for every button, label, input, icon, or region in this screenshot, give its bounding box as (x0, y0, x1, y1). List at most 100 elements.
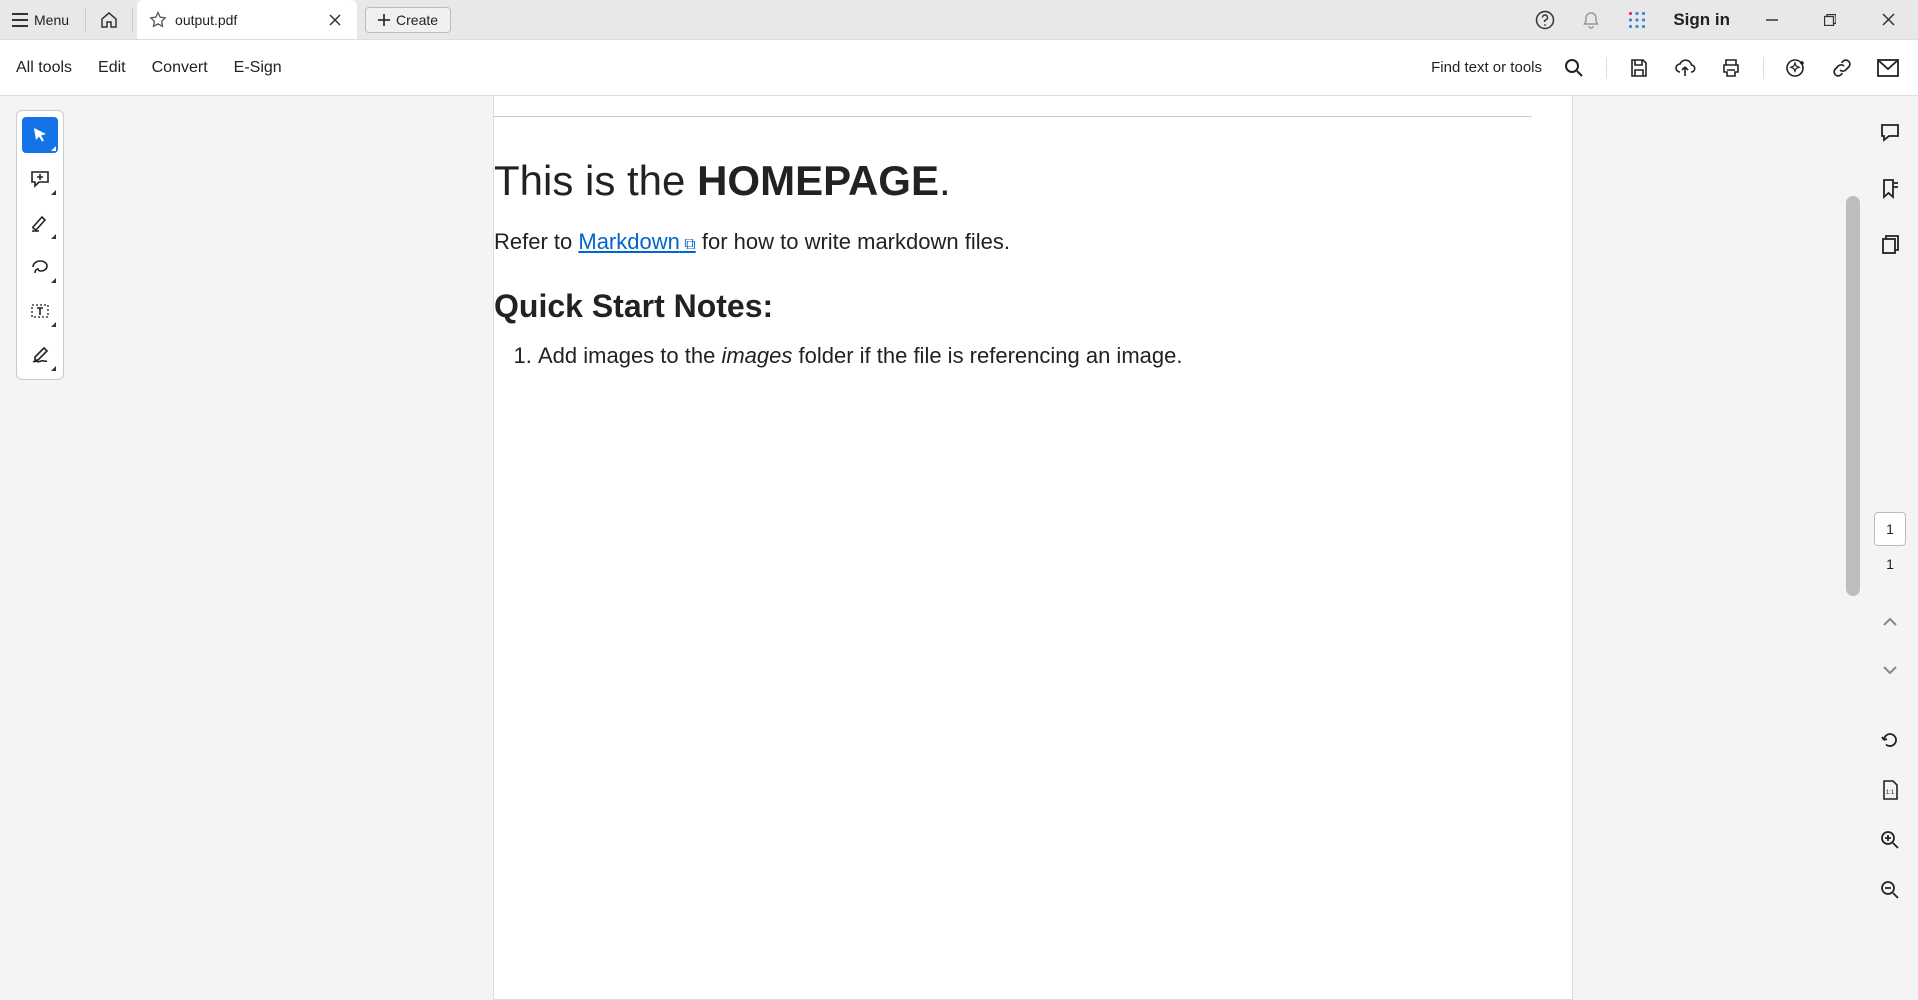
page-content: This is the HOMEPAGE. Refer to Markdown … (494, 96, 1572, 369)
next-page-button[interactable] (1872, 652, 1908, 688)
dropdown-corner-icon (51, 190, 56, 195)
bookmarks-panel-button[interactable] (1872, 170, 1908, 206)
edit-menu[interactable]: Edit (98, 59, 126, 77)
tab-close-button[interactable] (325, 10, 345, 30)
link-button[interactable] (1828, 54, 1856, 82)
search-icon (1564, 58, 1584, 78)
help-button[interactable] (1529, 4, 1561, 36)
find-button[interactable] (1560, 54, 1588, 82)
close-window-button[interactable] (1866, 0, 1910, 39)
cloud-upload-icon (1674, 58, 1696, 78)
text-box-icon (30, 301, 50, 321)
apps-grid-icon (1628, 11, 1646, 29)
prev-page-button[interactable] (1872, 604, 1908, 640)
comments-panel-button[interactable] (1872, 114, 1908, 150)
zoom-in-button[interactable] (1872, 822, 1908, 858)
doc-paragraph: Refer to Markdown ⧉ for how to write mar… (494, 225, 1532, 258)
document-tab[interactable]: output.pdf (137, 0, 357, 39)
p1-post: for how to write markdown files. (696, 229, 1010, 254)
page-indicator: 1 1 (1874, 512, 1906, 572)
hamburger-icon (12, 13, 28, 27)
chevron-up-icon (1882, 616, 1898, 628)
draw-freeform-tool[interactable] (22, 249, 58, 285)
tool-menu: All tools Edit Convert E-Sign (16, 59, 282, 77)
highlight-tool[interactable] (22, 205, 58, 241)
zoom-controls: 1:1 (1872, 722, 1908, 908)
fit-page-button[interactable]: 1:1 (1872, 772, 1908, 808)
doc-heading-1: This is the HOMEPAGE. (494, 157, 1532, 205)
find-label[interactable]: Find text or tools (1431, 59, 1542, 76)
select-tool[interactable] (22, 117, 58, 153)
dropdown-corner-icon (51, 234, 56, 239)
h1-text-pre: This is the (494, 157, 697, 204)
main-area: This is the HOMEPAGE. Refer to Markdown … (0, 96, 1918, 1000)
link-text: Markdown (578, 229, 679, 254)
all-tools-menu[interactable]: All tools (16, 59, 72, 77)
comment-tool[interactable] (22, 161, 58, 197)
chevron-down-icon (1882, 664, 1898, 676)
external-link-icon: ⧉ (680, 236, 696, 253)
cloud-upload-button[interactable] (1671, 54, 1699, 82)
maximize-button[interactable] (1808, 0, 1852, 39)
maximize-icon (1824, 14, 1836, 26)
p1-pre: Refer to (494, 229, 578, 254)
fit-page-icon: 1:1 (1880, 779, 1900, 801)
toolbar-right: Find text or tools (1431, 54, 1902, 82)
cursor-icon (31, 126, 49, 144)
zoom-out-icon (1880, 880, 1900, 900)
h1-text-bold: HOMEPAGE (697, 157, 939, 204)
zoom-in-icon (1880, 830, 1900, 850)
right-rail: 1 1 1:1 (1862, 96, 1918, 1000)
notifications-button[interactable] (1575, 4, 1607, 36)
svg-text:1:1: 1:1 (1886, 790, 1895, 796)
pages-icon (1879, 233, 1901, 255)
page-nav-buttons (1872, 604, 1908, 688)
esign-menu[interactable]: E-Sign (234, 59, 282, 77)
save-button[interactable] (1625, 54, 1653, 82)
bookmark-icon (1879, 177, 1901, 199)
rotate-button[interactable] (1872, 722, 1908, 758)
doc-heading-2: Quick Start Notes: (494, 288, 1532, 325)
close-icon (329, 14, 341, 26)
email-button[interactable] (1874, 54, 1902, 82)
titlebar: Menu output.pdf Create Sign in (0, 0, 1918, 40)
print-button[interactable] (1717, 54, 1745, 82)
comment-plus-icon (30, 169, 50, 189)
dropdown-corner-icon (51, 366, 56, 371)
sparkle-plus-icon (1785, 57, 1807, 79)
menu-button[interactable]: Menu (0, 0, 81, 39)
dropdown-corner-icon (51, 322, 56, 327)
separator (132, 8, 133, 32)
minimize-icon (1766, 14, 1778, 26)
toolbar: All tools Edit Convert E-Sign Find text … (0, 40, 1918, 96)
convert-menu[interactable]: Convert (152, 59, 208, 77)
menu-label: Menu (34, 12, 69, 28)
sign-tool[interactable] (22, 337, 58, 373)
document-viewport[interactable]: This is the HOMEPAGE. Refer to Markdown … (64, 96, 1862, 1000)
zoom-out-button[interactable] (1872, 872, 1908, 908)
thumbnails-panel-button[interactable] (1872, 226, 1908, 262)
page-total: 1 (1886, 556, 1894, 572)
star-icon[interactable] (149, 11, 167, 29)
plus-icon (378, 14, 390, 26)
titlebar-right: Sign in (1529, 0, 1918, 39)
text-box-tool[interactable] (22, 293, 58, 329)
left-tool-panel (16, 110, 64, 1000)
document-page: This is the HOMEPAGE. Refer to Markdown … (493, 96, 1573, 1000)
create-label: Create (396, 12, 438, 28)
link-icon (1832, 58, 1852, 78)
li-pre: Add images to the (538, 343, 721, 368)
signin-button[interactable]: Sign in (1667, 10, 1736, 30)
ai-assistant-button[interactable] (1782, 54, 1810, 82)
doc-ordered-list: Add images to the images folder if the f… (494, 343, 1532, 369)
page-number-input[interactable]: 1 (1874, 512, 1906, 546)
list-item: Add images to the images folder if the f… (538, 343, 1532, 369)
comment-icon (1879, 121, 1901, 143)
home-button[interactable] (90, 0, 128, 39)
scrollbar-thumb[interactable] (1846, 196, 1860, 596)
markdown-link[interactable]: Markdown ⧉ (578, 229, 695, 254)
apps-button[interactable] (1621, 4, 1653, 36)
minimize-button[interactable] (1750, 0, 1794, 39)
create-button[interactable]: Create (365, 7, 451, 33)
close-icon (1882, 13, 1895, 26)
